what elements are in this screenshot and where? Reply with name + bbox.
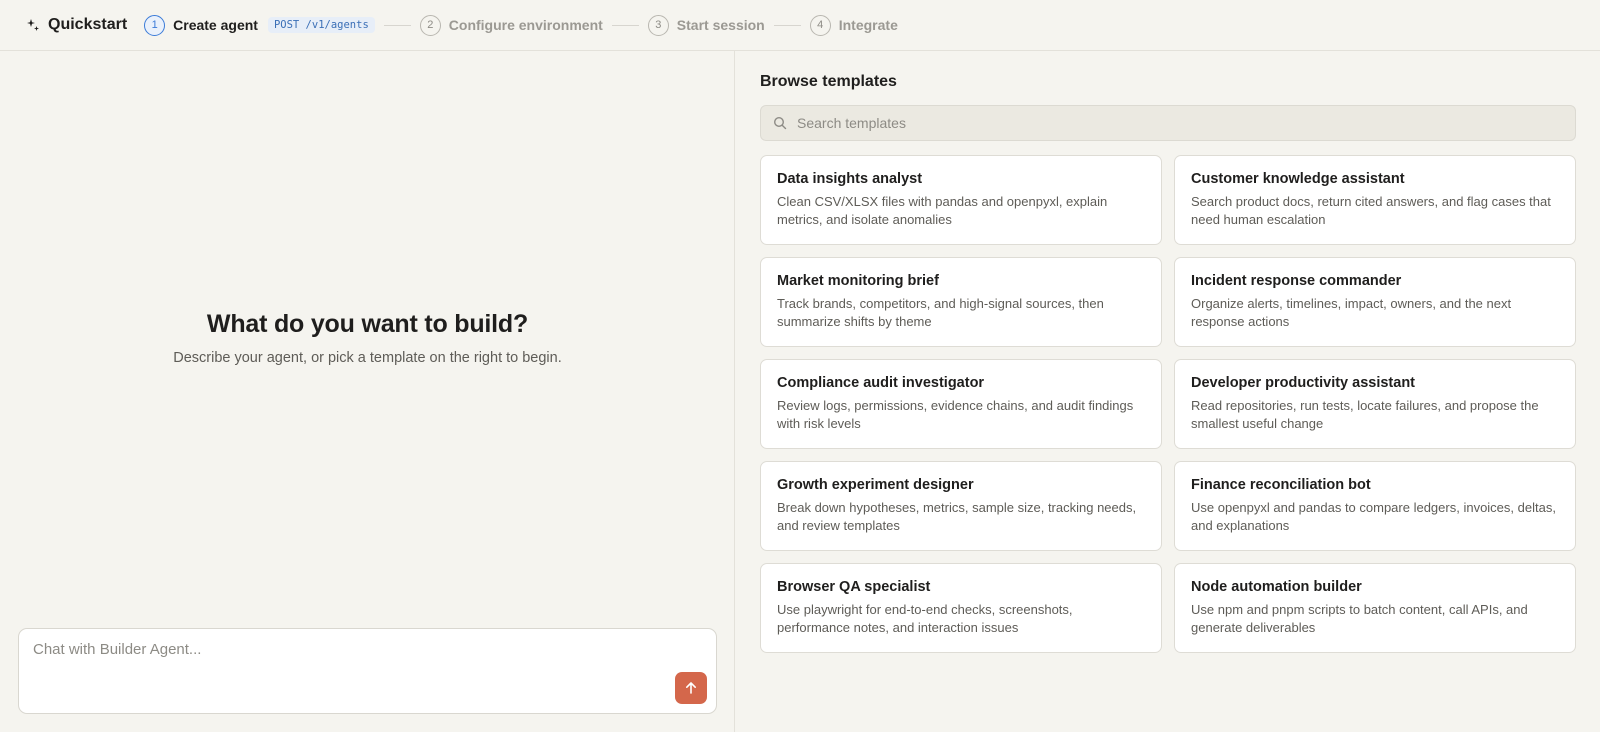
template-title: Market monitoring brief bbox=[777, 273, 939, 289]
template-description: Use openpyxl and pandas to compare ledge… bbox=[1191, 500, 1556, 533]
template-description: Track brands, competitors, and high-sign… bbox=[777, 296, 1104, 329]
template-description: Use playwright for end-to-end checks, sc… bbox=[777, 602, 1073, 635]
template-description: Search product docs, return cited answer… bbox=[1191, 194, 1551, 227]
step-integrate[interactable]: 4 Integrate bbox=[809, 14, 898, 36]
step-separator bbox=[383, 24, 411, 26]
send-button[interactable] bbox=[675, 672, 707, 704]
template-title: Browser QA specialist bbox=[777, 579, 931, 595]
template-description: Clean CSV/XLSX files with pandas and ope… bbox=[777, 194, 1108, 227]
step-separator bbox=[773, 24, 801, 26]
template-card[interactable]: Browser QA specialist Use playwright for… bbox=[760, 563, 1162, 653]
template-card[interactable]: Compliance audit investigator Review log… bbox=[760, 359, 1162, 449]
top-bar: Quickstart 1 Create agent POST /v1/agent… bbox=[0, 0, 1600, 51]
template-description: Organize alerts, timelines, impact, owne… bbox=[1191, 296, 1512, 329]
search-bar[interactable] bbox=[760, 105, 1576, 141]
step-configure-environment[interactable]: 2 Configure environment bbox=[419, 14, 603, 36]
template-title: Finance reconciliation bot bbox=[1191, 477, 1371, 493]
template-card[interactable]: Growth experiment designer Break down hy… bbox=[760, 461, 1162, 551]
template-card[interactable]: Incident response commander Organize ale… bbox=[1174, 257, 1576, 347]
template-title: Data insights analyst bbox=[777, 171, 923, 187]
endpoint-badge: POST /v1/agents bbox=[267, 17, 375, 33]
hero-title: What do you want to build? bbox=[206, 310, 529, 338]
template-description: Break down hypotheses, metrics, sample s… bbox=[777, 500, 1137, 533]
hero-subtitle: Describe your agent, or pick a template … bbox=[173, 350, 562, 366]
search-icon bbox=[773, 116, 787, 130]
hero: What do you want to build? Describe your… bbox=[0, 310, 735, 366]
template-title: Incident response commander bbox=[1191, 273, 1402, 289]
template-title: Developer productivity assistant bbox=[1191, 375, 1416, 391]
template-grid: Data insights analyst Clean CSV/XLSX fil… bbox=[760, 155, 1576, 653]
brand: Quickstart bbox=[26, 16, 127, 34]
template-card[interactable]: Finance reconciliation bot Use openpyxl … bbox=[1174, 461, 1576, 551]
arrow-up-icon bbox=[686, 682, 696, 694]
template-title: Node automation builder bbox=[1191, 579, 1362, 595]
app-title: Quickstart bbox=[48, 16, 128, 33]
template-card[interactable]: Customer knowledge assistant Search prod… bbox=[1174, 155, 1576, 245]
builder-panel: What do you want to build? Describe your… bbox=[0, 51, 735, 732]
step-separator bbox=[611, 24, 639, 26]
step-label: Integrate bbox=[838, 17, 898, 33]
template-card[interactable]: Developer productivity assistant Read re… bbox=[1174, 359, 1576, 449]
template-description: Read repositories, run tests, locate fai… bbox=[1191, 398, 1539, 431]
step-number: 1 bbox=[144, 14, 166, 36]
chat-box bbox=[18, 628, 717, 714]
template-card[interactable]: Data insights analyst Clean CSV/XLSX fil… bbox=[760, 155, 1162, 245]
step-start-session[interactable]: 3 Start session bbox=[647, 14, 765, 36]
templates-panel: Browse templates Data insights analyst C… bbox=[736, 51, 1600, 732]
chat-input[interactable] bbox=[33, 641, 653, 658]
template-card[interactable]: Node automation builder Use npm and pnpm… bbox=[1174, 563, 1576, 653]
template-title: Growth experiment designer bbox=[777, 477, 974, 493]
search-input[interactable] bbox=[797, 115, 1557, 131]
template-description: Review logs, permissions, evidence chain… bbox=[777, 398, 1134, 431]
template-description: Use npm and pnpm scripts to batch conten… bbox=[1191, 602, 1528, 635]
template-title: Compliance audit investigator bbox=[777, 375, 985, 391]
template-card[interactable]: Market monitoring brief Track brands, co… bbox=[760, 257, 1162, 347]
step-label: Configure environment bbox=[448, 17, 603, 33]
step-create-agent[interactable]: 1 Create agent POST /v1/agents bbox=[144, 14, 375, 36]
sparkle-icon bbox=[27, 19, 39, 31]
step-number: 3 bbox=[647, 14, 669, 36]
step-number: 2 bbox=[419, 14, 441, 36]
step-label: Create agent bbox=[173, 17, 258, 33]
browse-title: Browse templates bbox=[760, 73, 897, 90]
step-label: Start session bbox=[676, 17, 765, 33]
step-number: 4 bbox=[809, 14, 831, 36]
template-title: Customer knowledge assistant bbox=[1191, 171, 1405, 187]
